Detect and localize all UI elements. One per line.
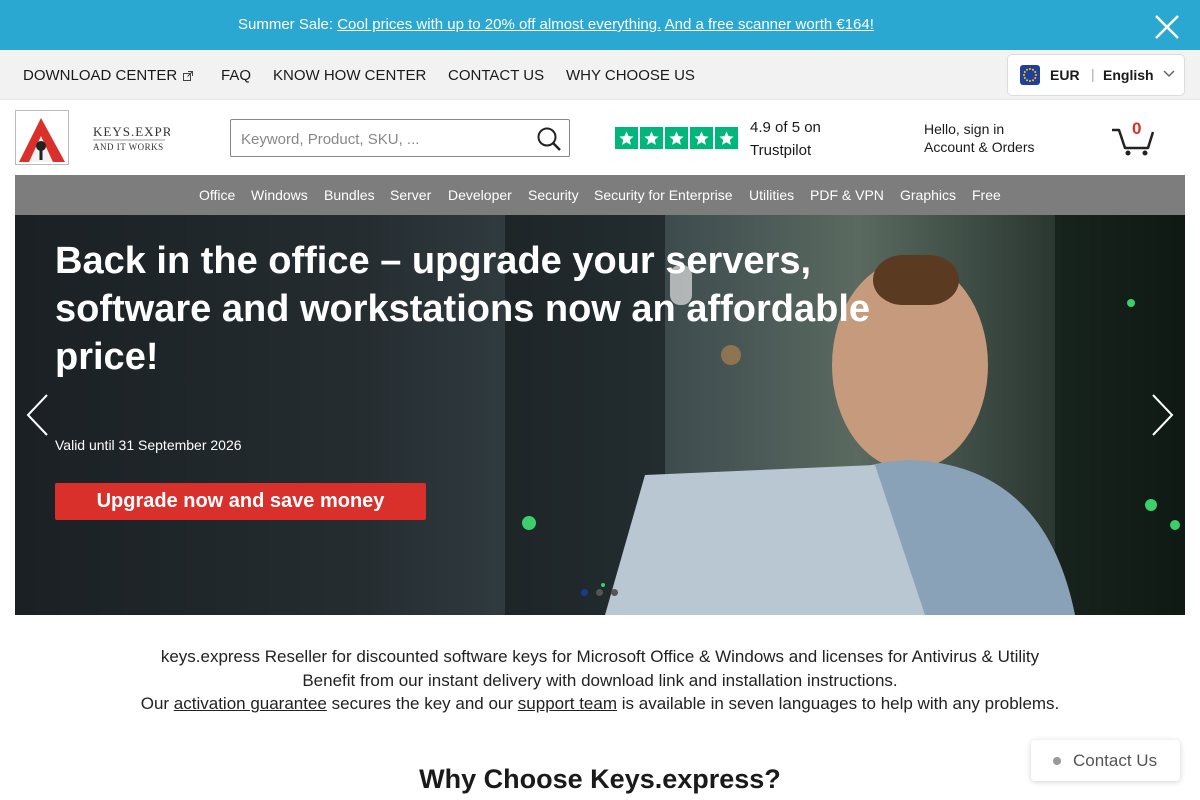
star-icon: [665, 127, 688, 149]
logo-wordmark: KEYS.EXPRESS: [93, 124, 170, 139]
star-icon: [640, 127, 663, 149]
eu-flag-icon: [1020, 65, 1040, 85]
nav-why-choose-us[interactable]: WHY CHOOSE US: [566, 67, 695, 84]
trustpilot-stars[interactable]: [615, 127, 740, 149]
chevron-down-icon: [1163, 70, 1175, 78]
slider-dot[interactable]: [581, 589, 588, 596]
why-choose-heading: Why Choose Keys.express?: [419, 764, 781, 794]
close-icon[interactable]: [1153, 13, 1181, 41]
slider-dot[interactable]: [611, 589, 618, 596]
external-link-icon: [183, 71, 194, 81]
category-free[interactable]: Free: [972, 187, 1001, 203]
currency-label: EUR: [1050, 67, 1080, 83]
status-dot-icon: [1053, 757, 1061, 765]
intro-line-3-c: is available in seven languages to help …: [617, 694, 1060, 713]
language-label: English: [1103, 67, 1154, 83]
intro-text: keys.express Reseller for discounted sof…: [0, 645, 1200, 716]
star-icon: [615, 127, 638, 149]
category-graphics[interactable]: Graphics: [900, 187, 956, 203]
promo-link-scanner[interactable]: And a free scanner worth €164!: [665, 16, 874, 33]
nav-download-center-label: DOWNLOAD CENTER: [23, 67, 178, 84]
cart-button[interactable]: 0: [1110, 118, 1156, 158]
promo-lead: Summer Sale:: [238, 16, 338, 33]
hero-title: Back in the office – upgrade your server…: [55, 240, 871, 378]
cart-count: 0: [1132, 119, 1142, 138]
activation-guarantee-link[interactable]: activation guarantee: [174, 694, 327, 713]
category-security-enterprise[interactable]: Security for Enterprise: [594, 187, 733, 203]
account-orders-label: Account & Orders: [924, 139, 1035, 155]
category-server[interactable]: Server: [390, 187, 431, 203]
category-pdf-vpn[interactable]: PDF & VPN: [810, 187, 884, 203]
contact-us-label: Contact Us: [1073, 751, 1158, 770]
hero-validity: Valid until 31 September 2026: [55, 437, 242, 453]
intro-line-3-a: Our: [140, 694, 174, 713]
search-icon[interactable]: [536, 126, 562, 152]
support-team-link[interactable]: support team: [518, 694, 617, 713]
chevron-right-icon[interactable]: [1149, 393, 1175, 437]
star-icon: [715, 127, 738, 149]
intro-line-3: Our activation guarantee secures the key…: [0, 692, 1200, 716]
nav-download-center[interactable]: DOWNLOAD CENTER: [23, 67, 194, 84]
nav-contact-us[interactable]: CONTACT US: [448, 67, 544, 84]
hero-slider: Back in the office – upgrade your server…: [15, 215, 1185, 615]
nav-faq[interactable]: FAQ: [221, 67, 251, 84]
intro-line-2: Benefit from our instant delivery with d…: [302, 670, 898, 690]
hero-cta-button[interactable]: Upgrade now and save money: [55, 483, 426, 520]
category-bundles[interactable]: Bundles: [324, 187, 375, 203]
account-greeting: Hello, sign in: [924, 121, 1005, 137]
category-windows[interactable]: Windows: [251, 187, 308, 203]
intro-line-3-b: secures the key and our: [326, 694, 518, 713]
search-input[interactable]: [241, 129, 526, 149]
nav-know-how-center[interactable]: KNOW HOW CENTER: [273, 67, 426, 84]
search-box: [230, 119, 570, 157]
locale-selector[interactable]: EUR | English: [1007, 54, 1185, 96]
intro-line-1: keys.express Reseller for discounted sof…: [160, 647, 1040, 666]
category-utilities[interactable]: Utilities: [749, 187, 794, 203]
chevron-left-icon[interactable]: [25, 393, 51, 437]
site-logo[interactable]: KEYS.EXPRESS AND IT WORKS: [15, 110, 170, 166]
locale-separator: |: [1091, 66, 1095, 82]
slider-dot[interactable]: [596, 589, 603, 596]
contact-us-button[interactable]: Contact Us: [1031, 740, 1180, 781]
account-link[interactable]: Hello, sign in Account & Orders: [924, 120, 1035, 156]
category-office[interactable]: Office: [199, 187, 235, 203]
trustpilot-rating[interactable]: 4.9 of 5 on Trustpilot: [750, 116, 860, 162]
category-bar: Office Windows Bundles Server Developer …: [15, 175, 1185, 215]
logo-tagline: AND IT WORKS: [93, 142, 164, 152]
promo-link-discount[interactable]: Cool prices with up to 20% off almost ev…: [337, 16, 661, 33]
promo-banner: Summer Sale: Cool prices with up to 20% …: [0, 0, 1200, 50]
category-security[interactable]: Security: [528, 187, 579, 203]
slider-dots: [581, 589, 618, 596]
promo-text: Summer Sale: Cool prices with up to 20% …: [238, 16, 874, 33]
star-icon: [690, 127, 713, 149]
category-developer[interactable]: Developer: [448, 187, 512, 203]
